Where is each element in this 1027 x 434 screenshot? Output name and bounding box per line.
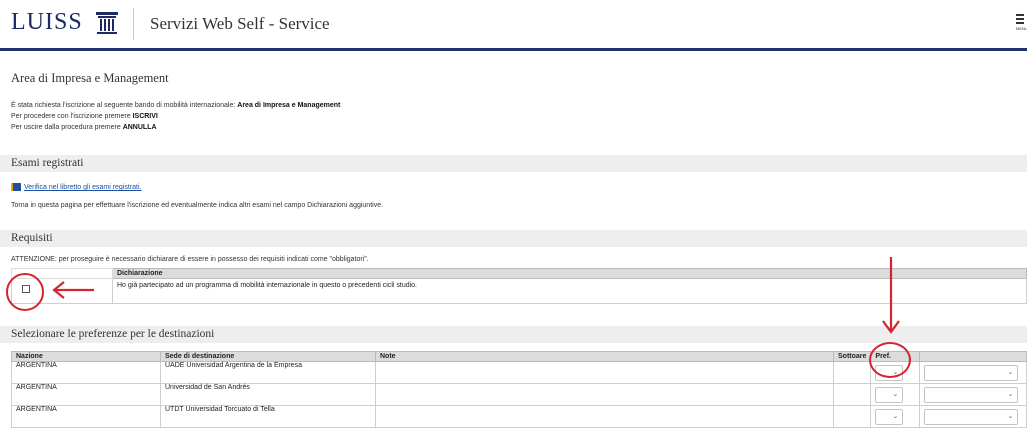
intro-line-1-text: È stata richiesta l'iscrizione al seguen… <box>11 102 236 109</box>
table-header-row: Dichiarazione <box>11 268 1027 279</box>
page-title: Area di Impresa e Management <box>11 71 169 85</box>
table-row: Ho già partecipato ad un programma di mo… <box>11 278 1027 304</box>
country-cell: ARGENTINA <box>11 405 161 428</box>
preference-select[interactable]: ⌄ <box>875 409 904 425</box>
preference-select[interactable]: ⌄ <box>875 387 904 403</box>
menu-label: MENU <box>1016 26 1027 31</box>
subarea-select[interactable]: ⌄ <box>924 409 1019 425</box>
chevron-down-icon: ⌄ <box>1007 413 1014 420</box>
subarea-cell <box>832 383 872 406</box>
subarea-select-cell: ⌄ <box>919 383 1027 406</box>
site-column-header: Sede di destinazione <box>160 351 376 362</box>
intro-line-1: È stata richiesta l'iscrizione al seguen… <box>11 102 340 109</box>
subarea-select-cell: ⌄ <box>919 405 1027 428</box>
intro-line-2: Per procedere con l'iscrizione premere I… <box>11 113 158 120</box>
intro-line-1-bold: Area di Impresa e Management <box>237 102 341 109</box>
verify-exams-link[interactable]: Verifica nel libretto gli esami registra… <box>24 184 142 191</box>
notes-column-header: Note <box>375 351 834 362</box>
table-row: ARGENTINA UTDT Universidad Torcuato di T… <box>11 405 1027 428</box>
section-exams-title: Esami registrati <box>11 157 84 169</box>
annotation-arrow-down-icon <box>882 257 900 334</box>
app-header: LUISS Servizi Web Self - Service MENU <box>0 0 1027 48</box>
intro-line-3-bold: ANNULLA <box>122 124 157 131</box>
intro-line-2-text: Per procedere con l'iscrizione premere <box>11 113 131 120</box>
section-destinations-title: Selezionare le preferenze per le destina… <box>11 328 215 340</box>
requirements-warning: ATTENZIONE: per proseguire è necessario … <box>11 256 369 263</box>
annotation-circle-checkbox <box>6 273 44 311</box>
preference-cell: ⌄ <box>870 383 921 406</box>
chevron-down-icon: ⌄ <box>892 413 899 420</box>
country-column-header: Nazione <box>11 351 161 362</box>
notes-cell <box>375 361 834 384</box>
subarea-select-cell: ⌄ <box>919 361 1027 384</box>
country-cell: ARGENTINA <box>11 361 161 384</box>
hamburger-menu-icon[interactable]: MENU <box>1016 14 1027 36</box>
subarea-cell <box>832 361 872 384</box>
subarea-select[interactable]: ⌄ <box>924 387 1019 403</box>
preference-cell: ⌄ <box>870 405 921 428</box>
section-destinations: Selezionare le preferenze per le destina… <box>0 326 1027 343</box>
intro-line-2-bold: ISCRIVI <box>132 113 158 120</box>
country-cell: ARGENTINA <box>11 383 161 406</box>
section-requirements: Requisiti <box>0 230 1027 247</box>
book-icon <box>11 183 21 191</box>
annotation-circle-pref <box>869 342 911 378</box>
service-title: Servizi Web Self - Service <box>150 14 330 33</box>
luiss-logo[interactable]: LUISS <box>11 9 83 36</box>
site-cell: UTDT Universidad Torcuato di Tella <box>160 405 376 428</box>
requirements-table: Dichiarazione Ho già partecipato ad un p… <box>11 268 1027 304</box>
exams-note: Torna in questa pagina per effettuare l'… <box>11 202 384 209</box>
section-exams: Esami registrati <box>0 155 1027 172</box>
subarea-select[interactable]: ⌄ <box>924 365 1019 381</box>
subarea-cell <box>832 405 872 428</box>
extra-column-header <box>919 351 1027 362</box>
site-cell: UADE Universidad Argentina de la Empresa <box>160 361 376 384</box>
header-bottom-bar <box>0 48 1027 51</box>
column-logo-icon <box>96 12 118 34</box>
intro-line-3-text: Per uscire dalla procedura premere <box>11 124 121 131</box>
exams-link-row: Verifica nel libretto gli esami registra… <box>11 183 142 191</box>
section-requirements-title: Requisiti <box>11 232 53 244</box>
header-divider <box>133 8 134 40</box>
table-row: ARGENTINA Universidad de San Andrés ⌄ ⌄ <box>11 383 1027 406</box>
chevron-down-icon: ⌄ <box>1007 391 1014 398</box>
chevron-down-icon: ⌄ <box>1007 369 1014 376</box>
subarea-column-header: Sottoare <box>832 351 872 362</box>
annotation-arrow-left-icon <box>52 281 94 299</box>
chevron-down-icon: ⌄ <box>892 391 899 398</box>
notes-cell <box>375 383 834 406</box>
notes-cell <box>375 405 834 428</box>
site-cell: Universidad de San Andrés <box>160 383 376 406</box>
intro-line-3: Per uscire dalla procedura premere ANNUL… <box>11 124 157 131</box>
